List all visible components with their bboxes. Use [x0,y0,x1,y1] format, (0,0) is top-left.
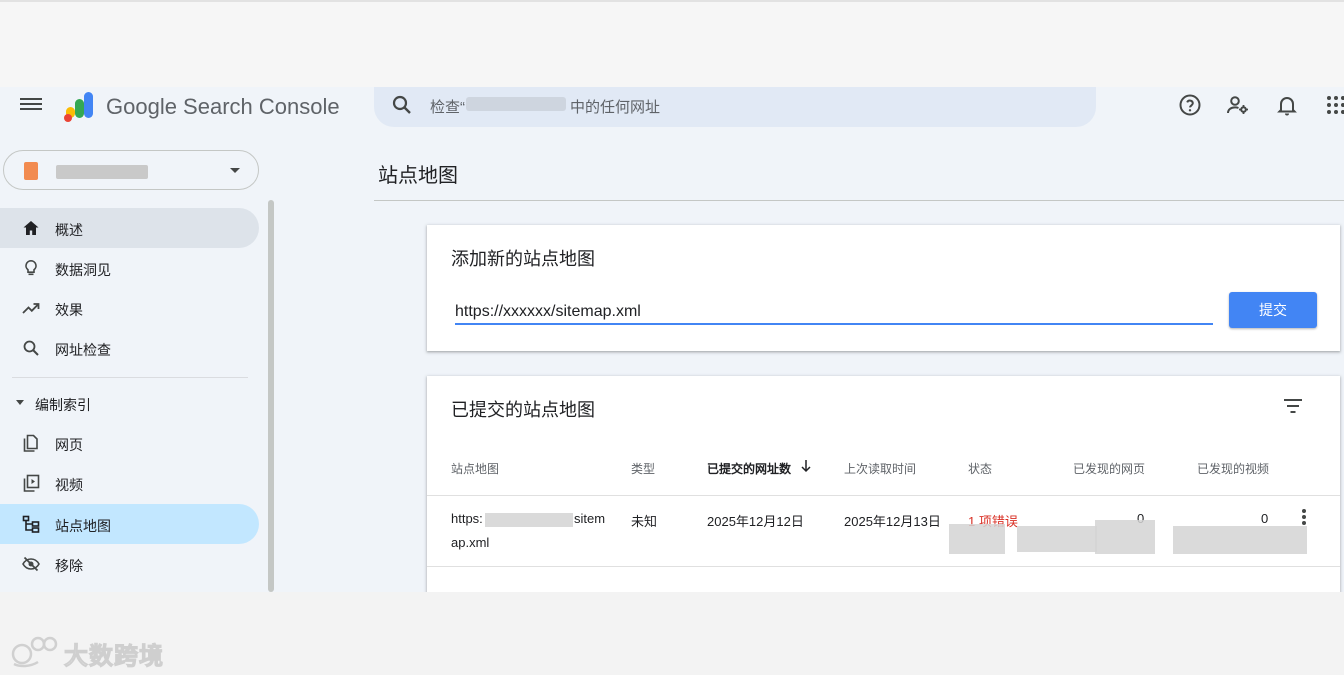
sidebar-item-label: 网页 [55,437,83,453]
sidebar-item-label: 效果 [55,302,83,318]
page-title: 站点地图 [378,165,458,187]
redacted-property-label [56,165,148,179]
bottom-blank-band [0,592,1344,675]
search-console-logo-icon [64,92,93,122]
page-title-divider [374,200,1344,201]
sidebar-section-label: 编制索引 [35,397,91,413]
add-sitemap-card: 添加新的站点地图 提交 [427,225,1340,351]
sidebar-item-label: 移除 [55,558,83,574]
watermark-logo-icon [11,636,58,668]
apps-grid-icon[interactable] [1324,93,1344,117]
sidebar-scrollbar[interactable] [268,200,274,592]
manage-users-icon[interactable] [1226,93,1250,117]
column-header-submitted[interactable]: 已提交的网址数 [707,460,791,477]
help-icon[interactable] [1178,93,1202,117]
sidebar-item-sitemaps[interactable]: 站点地图 [0,504,259,544]
sidebar-item-removals[interactable]: 移除 [0,544,259,584]
top-blank-band [0,0,1344,87]
sidebar-item-videos[interactable]: 视频 [0,463,259,503]
cell-submitted: 2025年12月12日 [707,514,804,529]
search-placeholder-suffix: 中的任何网址 [570,99,661,116]
pages-icon [23,434,38,452]
column-header-last-read[interactable]: 上次读取时间 [844,460,916,477]
sidebar-item-label: 数据洞见 [55,262,111,278]
column-header-status[interactable]: 状态 [968,460,992,477]
search-placeholder-prefix: 检查“ [430,99,465,116]
brand-title: Google Search Console [106,94,340,119]
sidebar-section-indexing[interactable]: 编制索引 [0,387,259,419]
sidebar-item-label: 视频 [55,477,83,493]
sitemap-url-input[interactable] [455,301,1213,325]
sitemap-icon [22,515,40,533]
redacted-domain [485,513,573,527]
home-icon [23,221,39,235]
column-header-discovered-pages[interactable]: 已发现的网页 [1073,460,1145,477]
watermark-text: 大数跨境 [64,643,164,671]
search-icon [392,95,411,114]
sidebar-item-pages[interactable]: 网页 [0,423,259,463]
redacted-area [1017,526,1097,552]
redacted-area [1095,520,1155,554]
submit-button[interactable]: 提交 [1229,292,1317,328]
property-favicon [24,162,38,180]
search-icon [23,340,39,356]
main-menu-icon[interactable] [20,95,42,113]
column-header-type[interactable]: 类型 [631,460,655,477]
table-row-divider [427,566,1340,567]
column-header-discovered-videos[interactable]: 已发现的视频 [1197,460,1269,477]
filter-icon[interactable] [1283,398,1303,414]
arrow-down-icon [801,460,811,473]
chevron-down-icon [16,400,24,405]
cell-type: 未知 [631,514,658,529]
sidebar-item-url-inspection[interactable]: 网址检查 [0,328,259,368]
lightbulb-icon [25,259,37,276]
redacted-property-name [466,97,566,111]
submitted-sitemaps-card: 已提交的站点地图 站点地图 类型 已提交的网址数 上次读取时间 状态 已发现的网… [427,376,1340,592]
sidebar-item-performance[interactable]: 效果 [0,288,259,328]
cell-sitemap-prefix: https: [451,511,483,526]
notifications-icon[interactable] [1275,93,1299,117]
video-icon [23,474,40,492]
sidebar-divider [12,377,248,378]
sidebar-item-label: 网址检查 [55,342,111,358]
search-console-app: Google Search Console 检查“ 中的任何网址 概述 数据洞见… [0,87,1344,592]
sidebar-item-overview[interactable]: 概述 [0,208,259,248]
trending-up-icon [22,303,40,314]
submitted-sitemaps-title: 已提交的站点地图 [451,400,595,420]
cell-sitemap-line2: ap.xml [451,535,490,550]
redacted-area [949,524,1005,554]
visibility-off-icon [22,556,40,572]
sidebar-item-insights[interactable]: 数据洞见 [0,248,259,288]
sidebar-item-label: 概述 [55,222,83,238]
url-inspection-search[interactable]: 检查“ 中的任何网址 [374,87,1096,127]
cell-last-read: 2025年12月13日 [844,514,941,529]
property-selector[interactable] [3,150,259,190]
table-header-divider [427,495,1340,496]
add-sitemap-title: 添加新的站点地图 [451,249,595,269]
cell-sitemap-suffix: sitem [574,511,606,526]
chevron-down-icon [230,168,240,173]
column-header-sitemap[interactable]: 站点地图 [451,460,499,477]
more-vert-icon[interactable] [1301,509,1307,527]
redacted-area [1173,526,1307,554]
sidebar-item-label: 站点地图 [55,518,111,534]
cell-discovered-videos: 0 [1261,511,1269,526]
